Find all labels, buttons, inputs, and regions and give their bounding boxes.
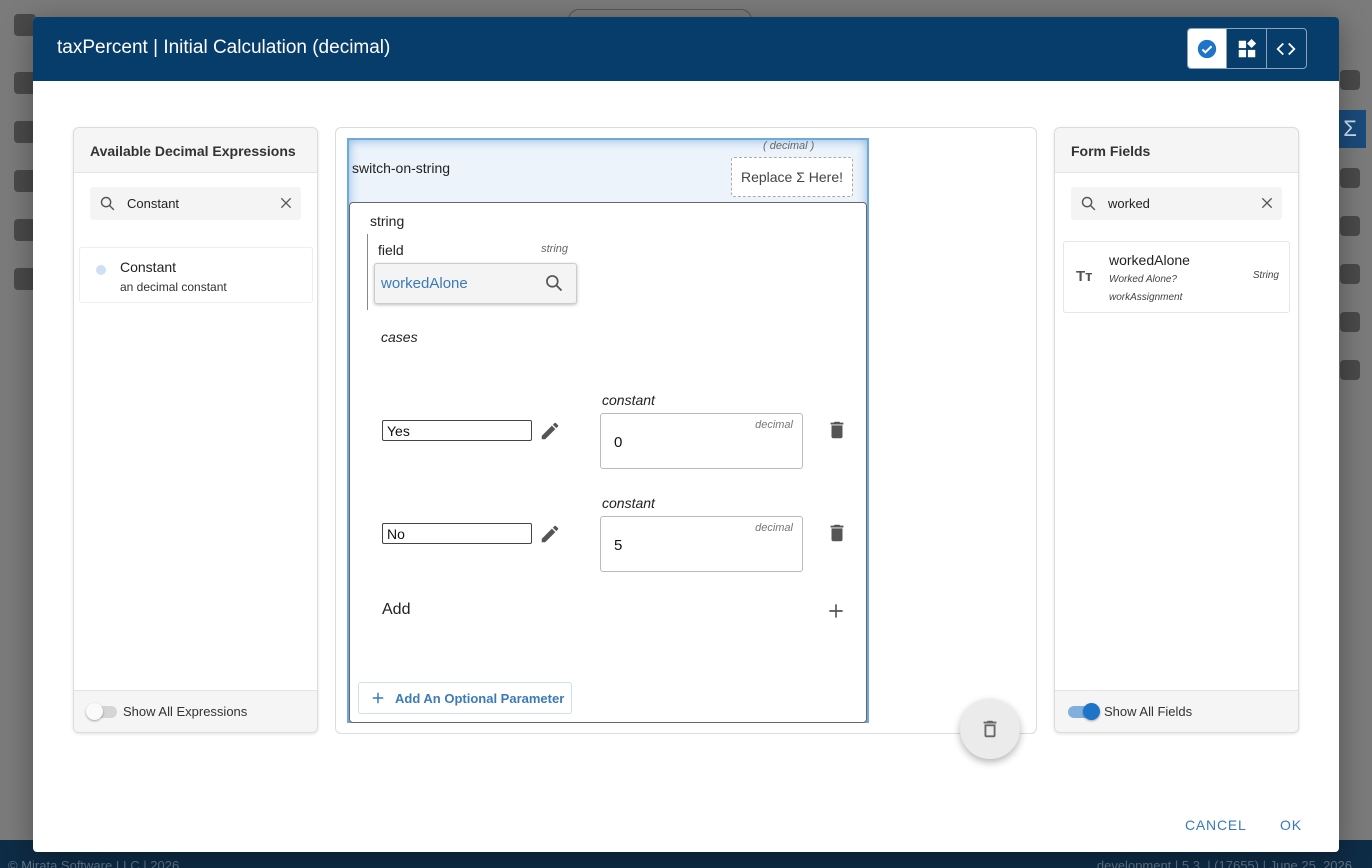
switch-on-string-block[interactable]: ( decimal ) switch-on-string Replace Σ H… — [347, 138, 869, 723]
delete-fab-button[interactable] — [960, 699, 1020, 759]
replace-drop-slot[interactable]: Replace Σ Here! — [731, 157, 853, 197]
expression-name: Constant — [120, 259, 177, 275]
constant-type-hint: decimal — [755, 522, 793, 534]
search-icon — [1081, 196, 1096, 211]
builder-view-button[interactable] — [1188, 29, 1228, 68]
field-name: workedAlone — [1109, 252, 1190, 268]
optional-parameter-label: Add An Optional Parameter — [395, 690, 565, 706]
code-view-button[interactable] — [1267, 29, 1306, 68]
panel-footer: Show All Fields — [1055, 690, 1298, 732]
show-all-expressions-toggle[interactable] — [86, 703, 117, 720]
switch-label: switch-on-string — [352, 160, 451, 176]
footer-copyright: © Mirata Software LLC | 2026 — [8, 858, 180, 868]
check-circle-icon — [1198, 39, 1217, 58]
expression-description: an decimal constant — [120, 280, 227, 294]
constant-value: 5 — [614, 537, 623, 554]
gear-icon — [1340, 70, 1360, 90]
delete-outline-icon — [983, 720, 997, 738]
case-key-input[interactable]: Yes — [382, 420, 532, 441]
toggle-label: Show All Fields — [1104, 704, 1193, 719]
form-fields-panel: Form Fields worked Tт workedAlone Worked… — [1054, 127, 1299, 733]
panel-header: Available Decimal Expressions — [74, 128, 317, 173]
wrench-icon — [1340, 216, 1360, 236]
constant-value: 0 — [614, 434, 623, 451]
widgets-view-button[interactable] — [1227, 29, 1267, 68]
search-icon — [100, 196, 115, 211]
ok-button[interactable]: OK — [1280, 817, 1302, 833]
string-label: string — [370, 213, 405, 229]
expression-item-constant[interactable]: Constant an decimal constant — [79, 247, 313, 303]
show-all-fields-toggle[interactable] — [1068, 703, 1100, 720]
cancel-button[interactable]: CANCEL — [1185, 817, 1247, 833]
constant-label: constant — [602, 392, 655, 408]
field-parameter: field string workedAlone — [367, 234, 582, 310]
add-case-label: Add — [382, 601, 411, 618]
trash-icon[interactable] — [826, 522, 848, 544]
expression-canvas: ( decimal ) switch-on-string Replace Σ H… — [335, 127, 1037, 734]
field-label: field — [378, 242, 404, 258]
trash-icon[interactable] — [826, 419, 848, 441]
text-field-icon: Tт — [1076, 268, 1093, 285]
dialog-title: taxPercent | Initial Calculation (decima… — [57, 37, 391, 58]
chevron-double-right-icon — [1340, 360, 1360, 380]
clear-icon[interactable] — [278, 195, 294, 211]
dialog-header: taxPercent | Initial Calculation (decima… — [33, 17, 1339, 81]
add-case-plus-icon[interactable] — [826, 601, 846, 621]
expression-dialog: taxPercent | Initial Calculation (decima… — [33, 17, 1339, 852]
field-value: workedAlone — [381, 275, 468, 292]
constant-label: constant — [602, 495, 655, 511]
panel-title: Available Decimal Expressions — [90, 143, 296, 159]
pencil-icon[interactable] — [539, 523, 561, 545]
widgets-icon — [1238, 38, 1256, 57]
constant-input[interactable]: decimal 0 — [600, 413, 803, 469]
search-value: worked — [1108, 196, 1150, 211]
panel-title: Form Fields — [1071, 143, 1151, 159]
play-icon — [1340, 264, 1360, 284]
field-item-workedalone[interactable]: Tт workedAlone Worked Alone? workAssignm… — [1063, 241, 1290, 313]
pencil-icon[interactable] — [539, 420, 561, 442]
view-toggle-group — [1187, 28, 1307, 69]
cases-label: cases — [381, 329, 418, 345]
field-type: String — [1252, 270, 1279, 281]
field-group: workAssignment — [1109, 292, 1183, 303]
case-key-input[interactable]: No — [382, 523, 532, 544]
bullet-icon — [96, 265, 106, 275]
available-expressions-panel: Available Decimal Expressions Constant C… — [73, 127, 318, 733]
constant-input[interactable]: decimal 5 — [600, 516, 803, 572]
search-value: Constant — [127, 196, 180, 211]
add-optional-parameter-button[interactable]: Add An Optional Parameter — [358, 682, 572, 714]
pencil-icon — [1340, 312, 1360, 332]
code-icon — [1276, 42, 1296, 55]
plus-icon — [372, 692, 384, 704]
footer-version: development | 5.3. | (17655) | June 25, … — [1096, 858, 1352, 868]
toggle-label: Show All Expressions — [123, 704, 248, 719]
check-icon — [1340, 168, 1360, 188]
constant-type-hint: decimal — [755, 419, 793, 431]
field-search-input[interactable]: worked — [1071, 187, 1282, 220]
field-picker[interactable]: workedAlone — [374, 263, 577, 304]
return-type-hint: ( decimal ) — [763, 140, 815, 152]
panel-footer: Show All Expressions — [74, 690, 317, 732]
clear-icon[interactable] — [1259, 195, 1275, 211]
field-label: Worked Alone? — [1109, 274, 1177, 285]
expression-search-input[interactable]: Constant — [90, 187, 301, 220]
search-icon[interactable] — [544, 273, 564, 293]
field-type-hint: string — [541, 243, 568, 255]
string-parameter-block: string field string workedAlone cases Ye… — [349, 202, 867, 723]
panel-header: Form Fields — [1055, 128, 1298, 173]
